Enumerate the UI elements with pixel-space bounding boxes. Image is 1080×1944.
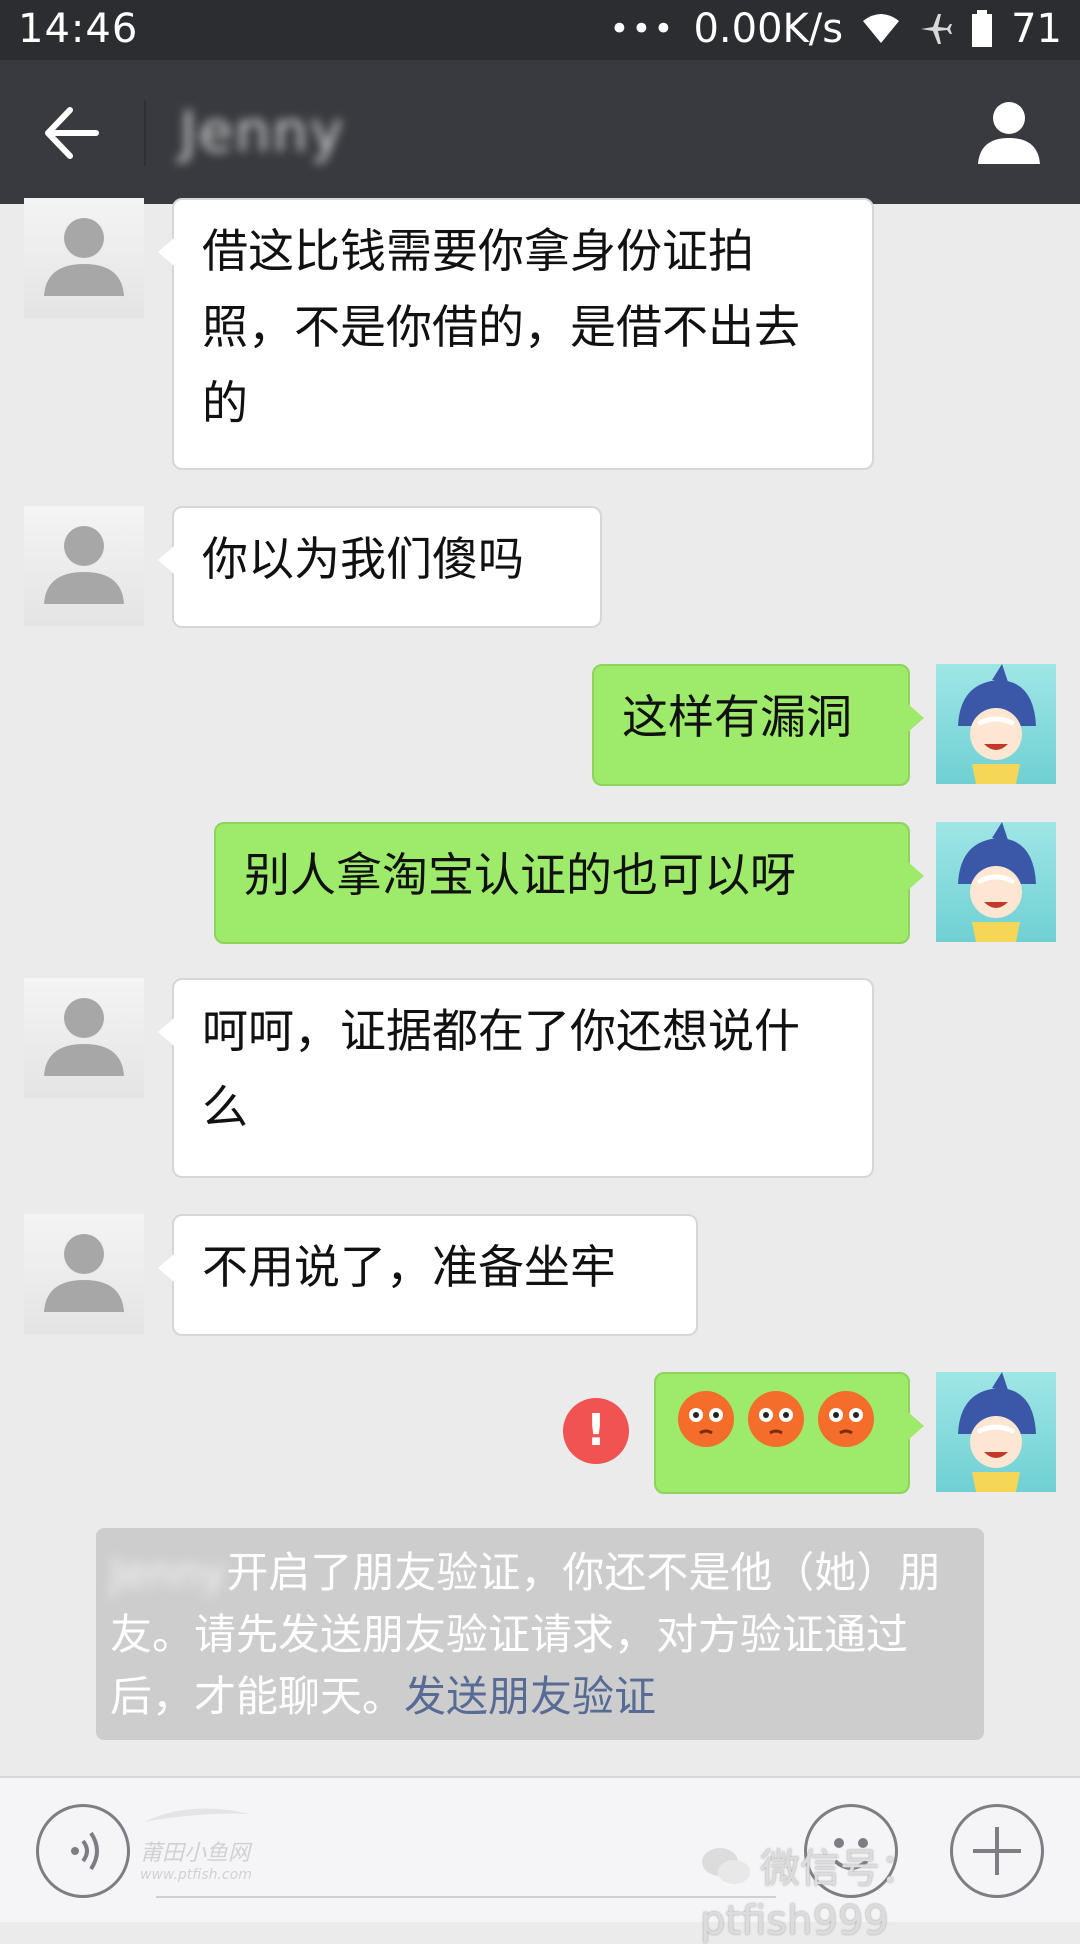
default-avatar-icon [44,526,124,604]
blurred-contact-name: Jenny [110,1548,227,1597]
message-bubble-incoming[interactable]: 你以为我们傻吗 [158,506,602,628]
fish-logo-icon [144,1808,250,1822]
chat-info-button[interactable] [974,98,1044,168]
watermark-logo-url: www.ptfish.com [140,1867,252,1883]
contact-avatar[interactable] [24,1214,144,1334]
watermark-logo: 莆田小鱼网 www.ptfish.com [140,1800,290,1883]
message-bubble-incoming[interactable]: 呵呵，证据都在了你还想说什么 [158,978,874,1178]
flushed-emoji-icon [746,1389,806,1471]
self-avatar[interactable] [936,1372,1056,1492]
message-text: 呵呵，证据都在了你还想说什么 [202,1004,800,1134]
message-bubble-outgoing[interactable] [654,1372,924,1494]
message-bubble-incoming[interactable]: 借这比钱需要你拿身份证拍照，不是你借的，是借不出去的 [158,198,874,470]
watermark-logo-text: 莆田小鱼网 [140,1841,251,1866]
message-bubble-outgoing[interactable]: 别人拿淘宝认证的也可以呀 [214,822,924,944]
self-avatar[interactable] [936,822,1056,942]
voice-icon [71,1831,99,1871]
contact-avatar[interactable] [24,506,144,626]
person-icon [978,102,1040,164]
flushed-emoji-icon [676,1389,736,1471]
flushed-emoji-icon [816,1389,876,1471]
contact-name: Jenny [180,100,346,165]
default-avatar-icon [44,218,124,296]
system-notice: Jenny开启了朋友验证，你还不是他（她）朋友。请先发送朋友验证请求，对方验证通… [96,1528,984,1740]
wechat-logo-icon [700,1844,752,1898]
shark-hat-avatar-icon [958,664,1036,784]
default-avatar-icon [44,998,124,1076]
message-text: 别人拿淘宝认证的也可以呀 [244,848,796,902]
shark-hat-avatar-icon [958,1372,1036,1492]
default-avatar-icon [44,1234,124,1312]
contact-avatar[interactable] [24,978,144,1098]
message-text: 不用说了，准备坐牢 [202,1240,616,1294]
shark-hat-avatar-icon [958,822,1036,942]
send-friend-request-link[interactable]: 发送朋友验证 [404,1672,656,1721]
network-speed: 0.00K/s [693,6,844,52]
status-bar: 14:46 ••• 0.00K/s 71 [0,0,1080,60]
back-arrow-icon [45,107,99,159]
message-text: 这样有漏洞 [622,690,852,744]
chat-header: Jenny [0,60,1080,204]
more-dots-icon: ••• [609,9,676,49]
back-button[interactable] [40,102,102,164]
message-text: 你以为我们傻吗 [202,532,524,586]
self-avatar[interactable] [936,664,1056,784]
contact-avatar[interactable] [24,198,144,318]
message-bubble-outgoing[interactable]: 这样有漏洞 [592,664,924,786]
message-text: 借这比钱需要你拿身份证拍照，不是你借的，是借不出去的 [202,224,800,430]
voice-input-button[interactable] [36,1804,130,1898]
send-failed-icon[interactable]: ! [563,1398,629,1464]
battery-icon [971,10,993,48]
message-bubble-incoming[interactable]: 不用说了，准备坐牢 [158,1214,698,1336]
message-input[interactable] [156,1896,776,1898]
status-time: 14:46 [18,6,139,52]
header-divider [144,100,146,166]
wifi-icon [861,13,901,45]
airplane-mode-icon [919,12,953,46]
watermark-account: 微信号：ptfish999 [700,1836,1080,1944]
status-indicators: ••• 0.00K/s 71 [609,6,1062,52]
battery-level: 71 [1011,6,1062,52]
